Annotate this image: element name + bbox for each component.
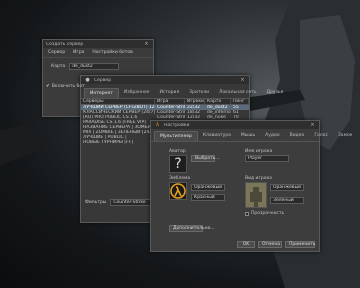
tab-video[interactable]: Видео [285,131,310,141]
menu-item-bot-settings[interactable]: Настройки ботов [92,50,132,55]
close-icon[interactable]: × [239,77,246,83]
close-icon[interactable]: × [309,122,316,128]
tab-voice[interactable]: Голос [309,131,333,141]
app-icon: λ [156,122,159,128]
tab-multiplayer[interactable]: Мультиплеер [154,131,198,141]
tab-friends[interactable]: Друзья [262,88,289,98]
apply-button[interactable]: Применить [285,241,315,248]
tab-favorites[interactable]: Избранное [119,88,155,98]
cancel-button[interactable]: Отмена [258,241,282,248]
column-game[interactable]: Игра [155,99,185,104]
model-value: Оранжевый [273,185,302,190]
tab-spectate[interactable]: Зрители [184,88,214,98]
model-color-select[interactable]: Зелёный [270,197,304,204]
filter-value: Counter-Strike [113,200,146,205]
player-model-icon [246,183,266,207]
player-model-preview [245,182,267,208]
tab-history[interactable]: История [154,88,184,98]
settings-tabs: Мультиплеер Клавиатура Мышь Аудио Видео … [151,131,352,142]
tab-internet[interactable]: Интернет [84,88,119,98]
column-servers[interactable]: Серверы [81,99,155,104]
model-color-value: Зелёный [273,198,294,203]
avatar-preview: ? [169,155,187,173]
tab-audio[interactable]: Аудио [260,131,285,141]
column-ping[interactable]: Пинг [231,99,249,104]
logo-color-2-select[interactable]: Красный [191,194,225,201]
player-name-value: Player [248,156,263,161]
enable-bot-label: Включить бот [51,84,85,89]
server-browser-titlebar[interactable]: ● Сервер × [81,76,249,84]
menu-item-server[interactable]: Сервер [48,50,65,55]
column-players[interactable]: Игроки [185,99,205,104]
filter-label: Фильтры [85,200,107,205]
dialog-buttons: OK Отмена Применить [237,241,315,248]
settings-titlebar[interactable]: λ Настройки × [151,121,319,129]
logo-color-1-select[interactable]: Оранжевый [191,184,225,191]
create-server-title: Создать сервер [46,41,84,47]
enable-bot-row: ✔ Включить бот [43,82,88,91]
question-mark-icon: ? [174,156,182,172]
transparency-label: Прозрачность [251,211,285,216]
player-name-label: Имя игрока [245,149,273,154]
checkmark-icon[interactable]: ✔ [46,84,50,89]
settings-window: λ Настройки × Мультиплеер Клавиатура Мыш… [150,120,352,252]
logo-color-1-value: Оранжевый [194,185,223,190]
server-browser-tabs: Интернет Избранное История Зрители Локал… [81,88,283,99]
background-desk-art [0,125,40,165]
advanced-button[interactable]: Дополнительно... [169,225,215,232]
map-value: de_dust2 [72,64,93,69]
logo-label: Эмблема [169,176,191,181]
column-map[interactable]: Карта [205,99,231,104]
settings-title: Настройки [164,122,190,128]
server-browser-title: Сервер [94,77,112,83]
transparency-checkbox[interactable] [245,211,249,216]
tab-mouse[interactable]: Мышь [236,131,260,141]
transparency-row: Прозрачность [245,211,284,216]
create-server-menu: Сервер Игра Настройки ботов [43,48,153,58]
player-name-input[interactable]: Player [245,155,289,162]
create-server-titlebar[interactable]: Создать сервер × [43,40,153,48]
lambda-logo-icon [170,183,186,199]
filter-row: Фильтры Counter-Strike [85,199,157,206]
model-select[interactable]: Оранжевый [270,184,304,191]
tab-keyboard[interactable]: Клавиатура [198,131,236,141]
tab-lock[interactable]: Замок [333,131,358,141]
close-icon[interactable]: × [143,41,150,47]
map-label: Карта [51,64,66,69]
logo-color-2-value: Красный [194,195,215,200]
menu-item-game[interactable]: Игра [73,50,84,55]
map-select[interactable]: de_dust2 [69,63,120,70]
player-model-label: Вид игрока [245,176,272,181]
tab-lan[interactable]: Локальная сеть [214,88,262,98]
ok-button[interactable]: OK [237,241,255,248]
logo-preview [169,182,187,200]
avatar-browse-button[interactable]: Выбрать... [191,155,220,162]
avatar-label: Аватар [169,149,186,154]
